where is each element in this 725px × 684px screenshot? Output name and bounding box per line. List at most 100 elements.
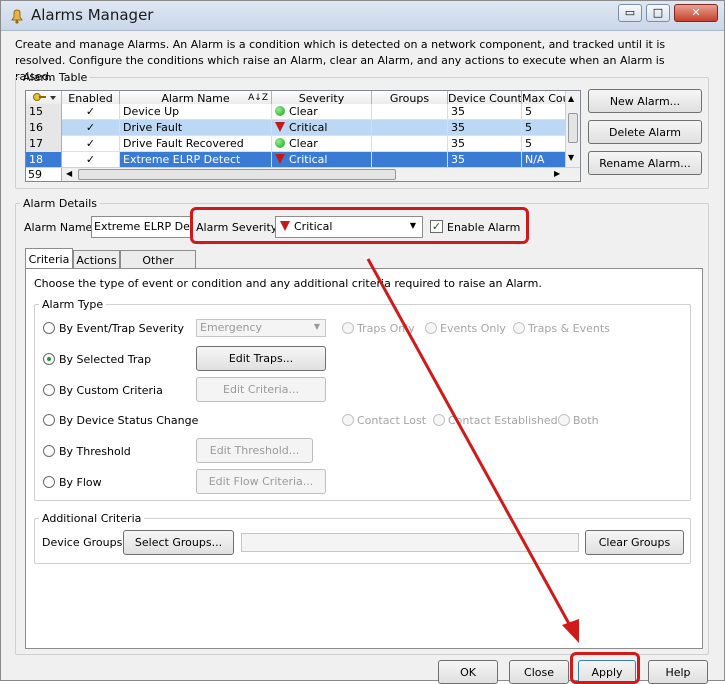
radio-flow[interactable] [43,476,55,488]
radio-both[interactable] [558,414,570,426]
key-filter-icon[interactable] [29,91,59,105]
row-number: 18 [26,152,62,168]
tab-other-options[interactable]: Other Options [120,250,196,286]
alarm-bell-icon [11,9,23,24]
close-window-button[interactable]: ✕ [674,4,718,22]
close-button[interactable]: Close [509,660,569,684]
severity-text: Clear [289,105,318,118]
critical-severity-icon [275,154,285,164]
enabled-check[interactable]: ✓ [62,136,120,152]
table-row-selected[interactable]: 18 ✓ Extreme ELRP Detect Critical 35 N/A [26,152,566,168]
title-bar: Alarms Manager ▭ □ ✕ [1,1,724,31]
severity-highlight-box [190,207,529,244]
scroll-right-icon[interactable]: ▶ [554,169,560,178]
radio-traps-only[interactable] [342,322,354,334]
clear-groups-button[interactable]: Clear Groups [585,530,684,555]
clear-severity-icon [275,138,285,148]
new-alarm-button[interactable]: New Alarm... [588,89,702,113]
row-total: 59 [26,168,62,181]
scroll-left-icon[interactable]: ◀ [66,169,72,178]
severity-combo-value: Emergency [200,321,263,334]
edit-criteria-button[interactable]: Edit Criteria... [196,377,326,402]
max-count-cell: 5 [522,104,566,120]
apply-highlight-box [570,652,640,684]
severity-text: Clear [289,137,318,150]
hscroll-thumb[interactable] [78,169,396,180]
ok-button[interactable]: OK [438,660,498,684]
groups-cell [372,104,448,120]
device-groups-field[interactable] [241,533,579,552]
additional-criteria-legend: Additional Criteria [42,512,142,525]
row-number: 16 [26,120,62,136]
scroll-down-icon[interactable]: ▼ [568,153,574,162]
table-vertical-scrollbar[interactable]: ▲ ▼ [565,91,580,167]
radio-custom-criteria[interactable] [43,384,55,396]
critical-severity-icon [275,122,285,132]
selected-trap-label: By Selected Trap [59,353,152,366]
window-title: Alarms Manager [31,6,154,24]
enabled-check[interactable]: ✓ [62,152,120,168]
traps-events-label: Traps & Events [528,322,610,335]
scroll-up-icon[interactable]: ▲ [568,94,574,103]
row-number: 17 [26,136,62,152]
custom-criteria-label: By Custom Criteria [59,384,163,397]
help-button[interactable]: Help [648,660,708,684]
device-status-label: By Device Status Change [59,414,199,427]
severity-text: Critical [289,121,328,134]
table-row[interactable]: 17 ✓ Drive Fault Recovered Clear 35 5 [26,136,566,152]
event-trap-label: By Event/Trap Severity [59,322,185,335]
enabled-check[interactable]: ✓ [62,104,120,120]
edit-threshold-button[interactable]: Edit Threshold... [196,438,313,463]
contact-lost-label: Contact Lost [357,414,427,427]
radio-events-only[interactable] [425,322,437,334]
max-count-cell: 5 [522,136,566,152]
clear-severity-icon [275,106,285,116]
scroll-thumb[interactable] [568,113,578,143]
maximize-button[interactable]: □ [646,4,670,22]
radio-contact-lost[interactable] [342,414,354,426]
alarm-type-legend: Alarm Type [42,298,104,311]
alarm-name-cell: Drive Fault [120,120,272,136]
severity-cell: Critical [272,120,372,136]
table-row[interactable]: 16 ✓ Drive Fault Critical 35 5 [26,120,566,136]
radio-event-trap[interactable] [43,322,55,334]
severity-cell: Clear [272,104,372,120]
severity-cell: Clear [272,136,372,152]
traps-only-label: Traps Only [357,322,415,335]
alarm-table-legend: Alarm Table [23,71,88,84]
rename-alarm-button[interactable]: Rename Alarm... [588,151,702,175]
edit-traps-button[interactable]: Edit Traps... [196,346,326,371]
radio-threshold[interactable] [43,445,55,457]
table-row[interactable]: 15 ✓ Device Up Clear 35 5 [26,104,566,120]
radio-traps-events[interactable] [513,322,525,334]
device-count-cell: 35 [448,104,522,120]
alarm-name-cell: Device Up [120,104,272,120]
edit-flow-criteria-button[interactable]: Edit Flow Criteria... [196,469,326,494]
radio-selected-trap[interactable] [43,353,55,365]
tab-actions[interactable]: Actions [73,250,120,270]
enabled-check[interactable]: ✓ [62,120,120,136]
row-number: 15 [26,104,62,120]
device-groups-label: Device Groups: [42,536,127,549]
tab-criteria[interactable]: Criteria [25,248,73,269]
select-groups-button[interactable]: Select Groups... [123,530,234,555]
contact-established-label: Contact Established [448,414,558,427]
alarm-table[interactable]: Enabled Alarm Name A↓Z Severity Groups D… [25,90,581,182]
device-count-cell: 35 [448,120,522,136]
severity-cell: Critical [272,152,372,168]
severity-text: Critical [289,153,328,166]
radio-contact-established[interactable] [433,414,445,426]
alarm-name-input[interactable]: Extreme ELRP Detect [91,216,191,238]
device-count-cell: 35 [448,136,522,152]
table-horizontal-scrollbar[interactable]: 59 ◀ ▶ [26,167,580,181]
alarm-name-cell: Drive Fault Recovered [120,136,272,152]
flow-label: By Flow [59,476,102,489]
severity-combo[interactable]: Emergency ▼ [196,319,326,337]
alarms-manager-window: Alarms Manager ▭ □ ✕ Create and manage A… [0,0,725,684]
radio-device-status[interactable] [43,414,55,426]
alarm-name-cell: Extreme ELRP Detect [120,152,272,168]
delete-alarm-button[interactable]: Delete Alarm [588,120,702,144]
minimize-button[interactable]: ▭ [618,4,642,22]
alarm-name-label: Alarm Name: [24,221,97,234]
groups-cell [372,152,448,168]
